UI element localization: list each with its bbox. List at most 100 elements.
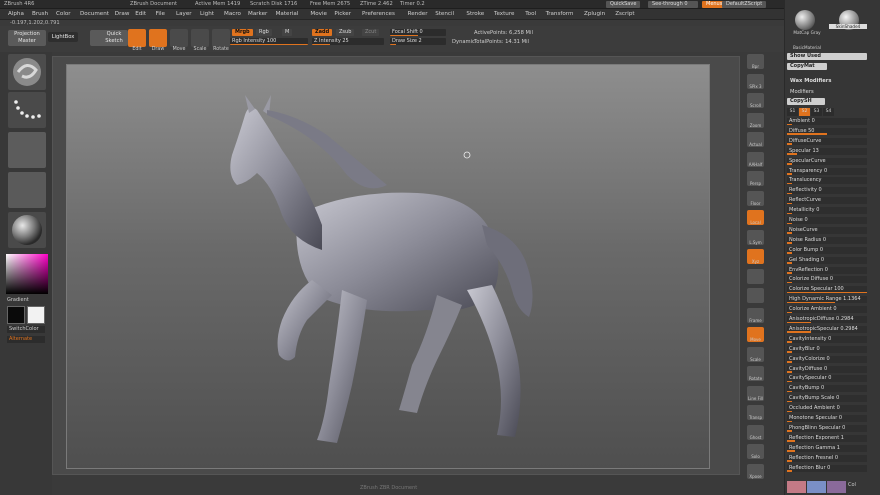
dynamic-toggle[interactable]: Dynamic [452,39,475,45]
rgb-toggle[interactable]: Rgb [256,29,272,36]
projection-master-button[interactable]: Projection Master [8,30,46,46]
matcap-gray-sphere[interactable] [795,10,815,30]
zadd-toggle[interactable]: Zadd [312,29,333,36]
toolbar-blank-11-button[interactable] [747,268,764,284]
menu-alpha[interactable]: Alpha [8,11,24,17]
copy-mat-button[interactable]: CopyMat [787,63,827,70]
color-swatch[interactable] [787,481,806,493]
modifier-cavitybump-scale[interactable]: CavityBump Scale 0 [787,395,867,403]
modifier-anisotropicdiffuse[interactable]: AnisotropicDiffuse 0.2984 [787,316,867,323]
draw-tool-icon[interactable] [149,29,167,47]
material-thumbnail[interactable] [8,212,46,248]
modifier-colorize-ambient[interactable]: Colorize Ambient 0 [787,306,867,314]
modifier-envreflection[interactable]: EnvReflection 0 [787,266,867,274]
modifier-reflection-gamma[interactable]: Reflection Gamma 1 [787,444,867,452]
alpha-thumbnail[interactable] [8,132,46,168]
horse-model[interactable] [67,65,710,469]
menu-color[interactable]: Color [56,11,71,17]
menu-preferences[interactable]: Preferences [362,11,395,17]
menu-material[interactable]: Material [276,11,299,17]
modifier-ambient[interactable]: Ambient 0 [787,118,867,125]
modifier-translucency[interactable]: Translucency [787,177,867,185]
default-zscript-button[interactable]: DefaultZScript [722,1,767,8]
modifier-cavitycolorize[interactable]: CavityColorize 0 [787,355,867,363]
modifier-cavityintensity[interactable]: CavityIntensity 0 [787,335,867,343]
document-canvas[interactable] [66,64,710,469]
modifier-anisotropicspecular[interactable]: AnisotropicSpecular 0.2984 [787,325,867,333]
shader-tab-s4[interactable]: S4 [823,108,834,116]
gradient-label[interactable]: Gradient [7,297,29,303]
modifier-occluded-ambient[interactable]: Occluded Ambient 0 [787,405,867,413]
primary-color-swatch[interactable] [7,306,25,324]
modifier-noise[interactable]: Noise 0 [787,217,867,224]
modifier-phongblinn-specular[interactable]: PhongBlinn Specular 0 [787,424,867,432]
move-tool-icon[interactable] [170,29,188,47]
modifier-reflection-exponent[interactable]: Reflection Exponent 1 [787,434,867,442]
menu-layer[interactable]: Layer [176,11,192,17]
menu-draw[interactable]: Draw [115,11,130,17]
mrgb-toggle[interactable]: Mrgb [232,29,253,36]
modifier-noise-radius[interactable]: Noise Radius 0 [787,236,867,244]
m-toggle[interactable]: M [282,29,293,36]
shader-tab-s1[interactable]: S1 [787,108,798,116]
draw-size-slider[interactable]: Draw Size 2 [390,38,446,45]
modifier-colorize-diffuse[interactable]: Colorize Diffuse 0 [787,276,867,284]
modifier-colorize-specular[interactable]: Colorize Specular 100 [787,286,867,294]
menu-document[interactable]: Document [80,11,109,17]
see-through-slider[interactable]: See-through 0 [648,1,698,8]
modifier-noisecurve[interactable]: NoiseCurve [787,226,867,234]
switch-color-button[interactable]: SwitchColor [7,326,45,333]
modifier-cavitydiffuse[interactable]: CavityDiffuse 0 [787,365,867,373]
menu-texture[interactable]: Texture [494,11,514,17]
menu-transform[interactable]: Transform [546,11,574,17]
quick-sketch-button[interactable]: Quick Sketch [90,30,128,46]
modifier-color-bump[interactable]: Color Bump 0 [787,246,867,254]
stroke-thumbnail[interactable] [8,92,46,128]
modifier-reflection-blur[interactable]: Reflection Blur 0 [787,464,867,472]
menu-zplugin[interactable]: Zplugin [584,11,605,17]
modifier-high-dynamic-range[interactable]: High Dynamic Range 1.1364 [787,296,867,304]
modifier-gel-shading[interactable]: Gel Shading 0 [787,256,867,264]
menu-macro[interactable]: Macro [224,11,241,17]
menu-light[interactable]: Light [200,11,214,17]
shader-tab-s2[interactable]: S2 [799,108,810,116]
show-used-button[interactable]: Show Used [787,53,867,60]
rgb-intensity-slider[interactable]: Rgb Intensity 100 [230,38,308,45]
color-picker[interactable] [6,254,48,294]
zcut-toggle[interactable]: Zcut [362,29,380,36]
modifier-monotone-specular[interactable]: Monotone Specular 0 [787,415,867,422]
color-swatch[interactable] [807,481,826,493]
modifier-reflection-fresnel[interactable]: Reflection Fresnel 0 [787,454,867,462]
modifier-diffusecurve[interactable]: DiffuseCurve [787,137,867,145]
lightbox-button[interactable]: LightBox [48,32,78,42]
scale-tool-icon[interactable] [191,29,209,47]
modifier-specularcurve[interactable]: SpecularCurve [787,157,867,165]
secondary-color-swatch[interactable] [27,306,45,324]
edit-tool-icon[interactable] [128,29,146,47]
menu-brush[interactable]: Brush [32,11,48,17]
shader-tab-s3[interactable]: S3 [811,108,822,116]
color-swatch[interactable] [827,481,846,493]
modifier-cavityblur[interactable]: CavityBlur 0 [787,345,867,353]
modifier-cavitybump[interactable]: CavityBump 0 [787,385,867,393]
menu-stroke[interactable]: Stroke [466,11,484,17]
menu-marker[interactable]: Marker [248,11,267,17]
modifier-diffuse[interactable]: Diffuse 50 [787,127,867,135]
z-intensity-slider[interactable]: Z Intensity 25 [312,38,384,45]
quicksave-button[interactable]: QuickSave [606,1,641,8]
menu-file[interactable]: File [156,11,165,17]
brush-thumbnail[interactable] [8,54,46,90]
wax-modifiers-header[interactable]: Wax Modifiers [787,77,877,85]
menu-movie[interactable]: Movie [310,11,327,17]
modifier-transparency[interactable]: Transparency 0 [787,167,867,175]
modifier-specular[interactable]: Specular 13 [787,147,867,155]
copy-sh-button[interactable]: CopySH [787,98,825,105]
texture-thumbnail[interactable] [8,172,46,208]
menu-edit[interactable]: Edit [135,11,146,17]
toolbar-blank-12-button[interactable] [747,288,764,303]
alternate-button[interactable]: Alternate [7,336,45,343]
modifier-metallicity[interactable]: Metallicity 0 [787,207,867,215]
rotate-tool-icon[interactable] [212,29,230,47]
focal-shift-slider[interactable]: Focal Shift 0 [390,29,446,36]
menu-stencil[interactable]: Stencil [435,11,454,17]
